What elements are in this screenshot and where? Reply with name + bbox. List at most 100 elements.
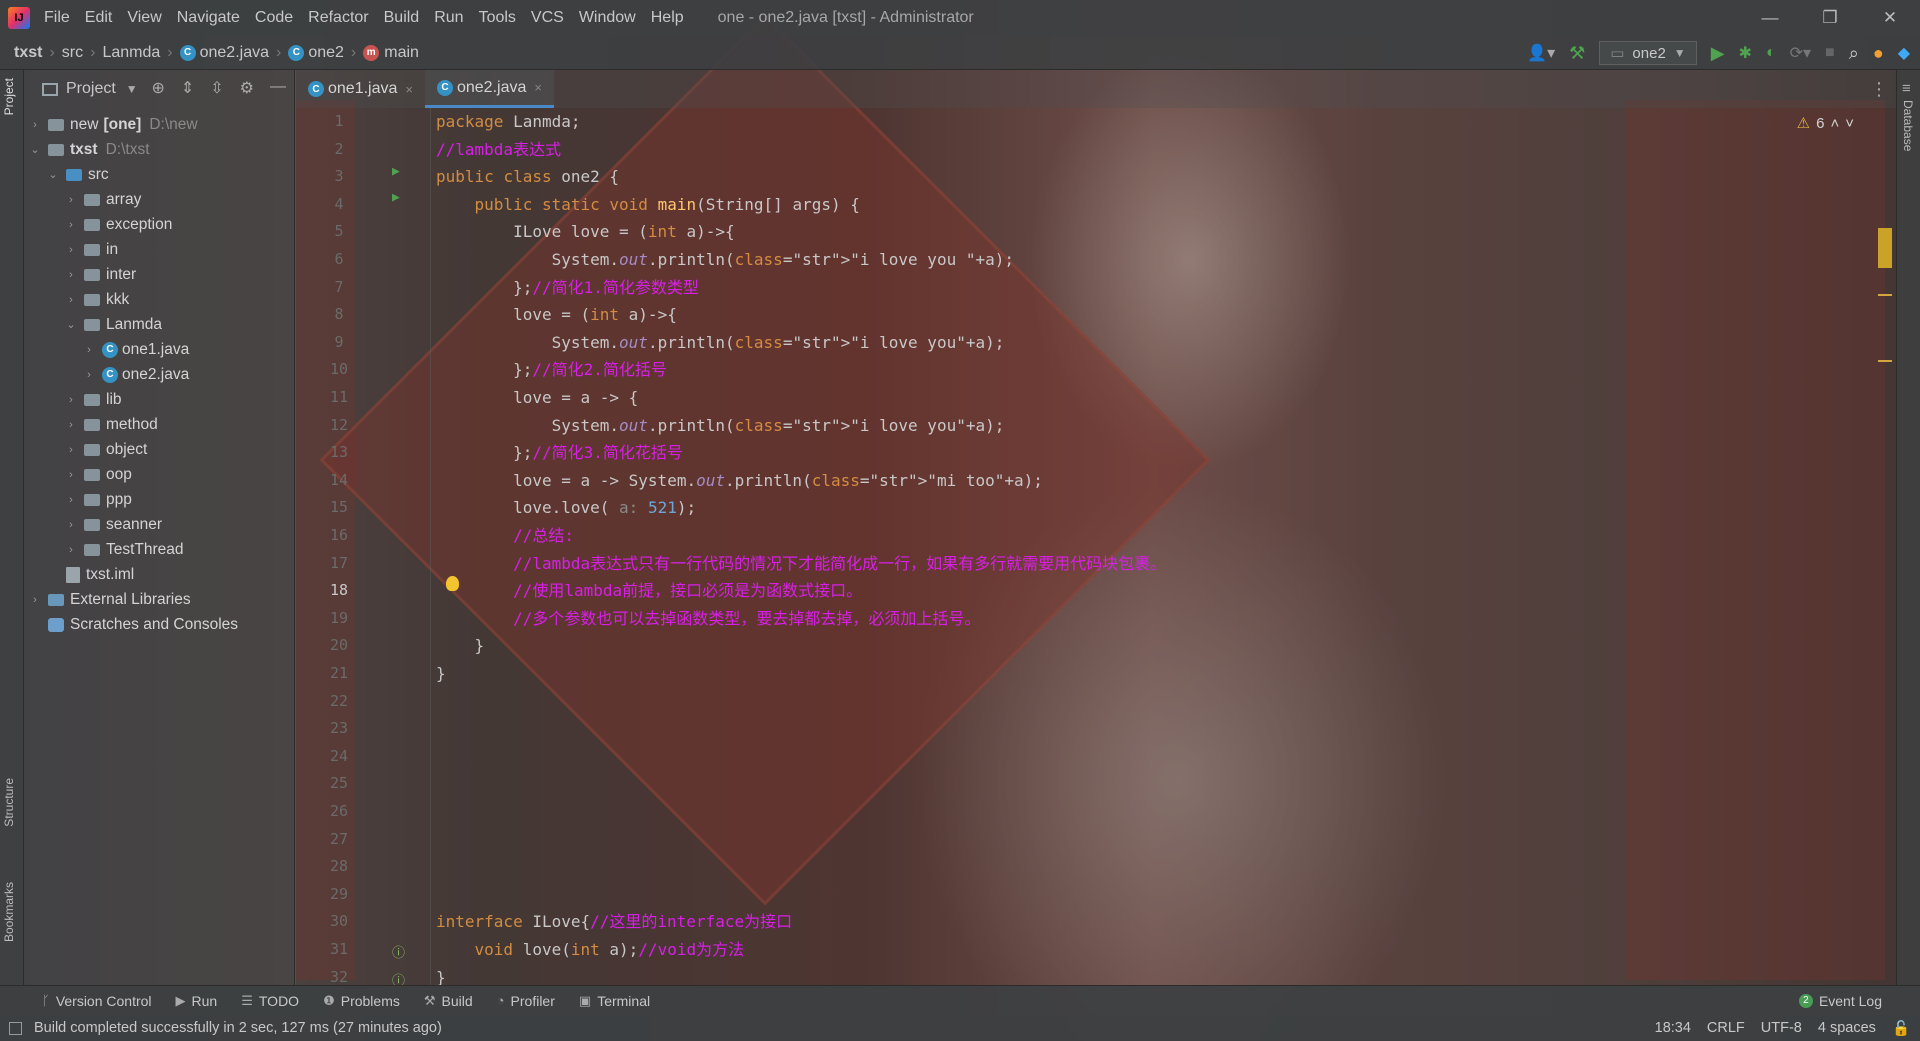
- scrollbar-warning-mark[interactable]: [1878, 360, 1892, 362]
- tree-item-src[interactable]: ⌄ src: [46, 162, 108, 187]
- close-tab-icon[interactable]: ×: [534, 80, 542, 95]
- code-line[interactable]: }: [436, 632, 485, 660]
- menu-vcs[interactable]: VCS: [531, 9, 564, 27]
- chevron-right-icon[interactable]: ›: [64, 419, 78, 431]
- hide-icon[interactable]: —: [270, 78, 286, 98]
- line-number[interactable]: 28: [296, 853, 382, 881]
- line-number[interactable]: 18: [296, 577, 382, 605]
- code-line[interactable]: }: [436, 660, 446, 688]
- coverage-icon[interactable]: ◐: [1766, 44, 1776, 62]
- tree-item-scratches-and-consoles[interactable]: Scratches and Consoles: [28, 612, 238, 637]
- menu-edit[interactable]: Edit: [85, 9, 113, 27]
- line-number[interactable]: 13: [296, 439, 382, 467]
- chevron-down-icon[interactable]: ⌄: [28, 143, 42, 156]
- line-number[interactable]: 14: [296, 467, 382, 495]
- code-line[interactable]: System.out.println(class="str">"i love y…: [436, 329, 1005, 357]
- chevron-right-icon[interactable]: ›: [82, 369, 96, 381]
- intellij-logo-icon[interactable]: IJ: [8, 7, 30, 29]
- status-toggle-icon[interactable]: [9, 1021, 22, 1035]
- tree-item-lanmda[interactable]: ⌄ Lanmda: [64, 312, 162, 337]
- chevron-down-icon[interactable]: ▼: [126, 82, 138, 96]
- tree-item-oop[interactable]: › oop: [64, 462, 132, 487]
- code-line[interactable]: ILove love = (int a)->{: [436, 218, 735, 246]
- code-line[interactable]: //使用lambda前提，接口必须是为函数式接口。: [436, 577, 862, 605]
- update-icon[interactable]: ●: [1873, 43, 1884, 64]
- previous-highlight-icon[interactable]: ˄: [1830, 115, 1839, 132]
- chevron-right-icon[interactable]: ›: [64, 544, 78, 556]
- line-number[interactable]: 12: [296, 412, 382, 440]
- tree-item-in[interactable]: › in: [64, 237, 118, 262]
- code-line[interactable]: interface ILove{//这里的interface为接口: [436, 908, 792, 936]
- code-line[interactable]: System.out.println(class="str">"i love y…: [436, 246, 1014, 274]
- menu-refactor[interactable]: Refactor: [308, 9, 368, 27]
- breadcrumb-method[interactable]: main: [384, 44, 419, 62]
- code-line[interactable]: //多个参数也可以去掉函数类型，要去掉都去掉，必须加上括号。: [436, 605, 980, 633]
- line-number[interactable]: 7: [296, 274, 382, 302]
- tool-build[interactable]: ⚒ Build: [424, 993, 473, 1009]
- database-tool-label[interactable]: Database: [1901, 100, 1915, 151]
- code-line[interactable]: public static void main(String[] args) {: [436, 191, 860, 219]
- line-number[interactable]: 20: [296, 632, 382, 660]
- line-number[interactable]: 29: [296, 881, 382, 909]
- tree-item-method[interactable]: › method: [64, 412, 158, 437]
- chevron-right-icon[interactable]: ›: [64, 244, 78, 256]
- line-number[interactable]: 2: [296, 136, 382, 164]
- chevron-right-icon[interactable]: ›: [28, 119, 42, 131]
- line-number[interactable]: 24: [296, 743, 382, 771]
- tree-item-object[interactable]: › object: [64, 437, 147, 462]
- status-message[interactable]: Build completed successfully in 2 sec, 1…: [34, 1020, 442, 1036]
- tree-item-seanner[interactable]: › seanner: [64, 512, 162, 537]
- tool-run[interactable]: ▶ Run: [176, 993, 218, 1009]
- chevron-right-icon[interactable]: ›: [28, 594, 42, 606]
- collapse-all-icon[interactable]: ⇳: [210, 78, 223, 98]
- implemented-gutter-icon[interactable]: ⓘ: [392, 942, 405, 961]
- menu-navigate[interactable]: Navigate: [177, 9, 240, 27]
- restore-icon[interactable]: ❐: [1800, 0, 1860, 36]
- project-tool-label[interactable]: Project: [2, 78, 16, 115]
- code-line[interactable]: //总结:: [436, 522, 574, 550]
- line-number[interactable]: 16: [296, 522, 382, 550]
- tree-item-external-libraries[interactable]: › External Libraries: [28, 587, 190, 612]
- code-line[interactable]: //lambda表达式: [436, 136, 561, 164]
- line-separator[interactable]: CRLF: [1707, 1020, 1745, 1036]
- code-line[interactable]: void love(int a);//void为方法: [436, 936, 745, 964]
- line-number[interactable]: 9: [296, 329, 382, 357]
- code-line[interactable]: };//简化2.简化括号: [436, 356, 667, 384]
- tree-item-testthread[interactable]: › TestThread: [64, 537, 183, 562]
- line-number[interactable]: 26: [296, 798, 382, 826]
- tree-item-one1-java[interactable]: › Cone1.java: [82, 337, 189, 362]
- line-number[interactable]: 1: [296, 108, 382, 136]
- breadcrumb-project[interactable]: txst: [14, 44, 42, 62]
- line-number[interactable]: 11: [296, 384, 382, 412]
- run-configuration-select[interactable]: ▭ one2 ▼: [1599, 41, 1697, 65]
- indent-setting[interactable]: 4 spaces: [1818, 1020, 1876, 1036]
- tree-item-lib[interactable]: › lib: [64, 387, 121, 412]
- tree-item-txst-iml[interactable]: txst.iml: [46, 562, 134, 587]
- user-icon[interactable]: 👤▾: [1527, 43, 1555, 63]
- next-highlight-icon[interactable]: ˅: [1845, 115, 1854, 132]
- run-icon[interactable]: ▶: [1711, 43, 1725, 64]
- minimize-icon[interactable]: —: [1740, 0, 1800, 36]
- menu-code[interactable]: Code: [255, 9, 293, 27]
- debug-icon[interactable]: ✱: [1739, 43, 1752, 63]
- stop-icon[interactable]: ■: [1825, 44, 1835, 62]
- event-log-button[interactable]: 2 Event Log: [1798, 993, 1882, 1009]
- line-number[interactable]: 21: [296, 660, 382, 688]
- chevron-down-icon[interactable]: ⌄: [64, 318, 78, 331]
- lightbulb-icon[interactable]: [446, 576, 459, 591]
- profile-icon[interactable]: ⟳▾: [1790, 43, 1811, 63]
- code-line[interactable]: System.out.println(class="str">"i love y…: [436, 412, 1005, 440]
- chevron-right-icon[interactable]: ›: [64, 194, 78, 206]
- tree-item-kkk[interactable]: › kkk: [64, 287, 129, 312]
- tree-item-one2-java[interactable]: › Cone2.java: [82, 362, 189, 387]
- line-number[interactable]: 30: [296, 908, 382, 936]
- menu-file[interactable]: File: [44, 9, 70, 27]
- tree-item-array[interactable]: › array: [64, 187, 141, 212]
- tab-one1-java[interactable]: C one1.java ×: [296, 70, 425, 108]
- menu-help[interactable]: Help: [651, 9, 684, 27]
- tool-todo[interactable]: ☰ TODO: [241, 993, 299, 1009]
- close-tab-icon[interactable]: ×: [405, 82, 413, 97]
- code-editor[interactable]: 1 2 3 4 5 6 7 8 9 10 11 12 13 14 15 16 17 18 19 20 21 22 23 24 2…: [296, 108, 1896, 989]
- menu-view[interactable]: View: [127, 9, 161, 27]
- tree-item-new[interactable]: › new [one] D:\new: [28, 112, 197, 137]
